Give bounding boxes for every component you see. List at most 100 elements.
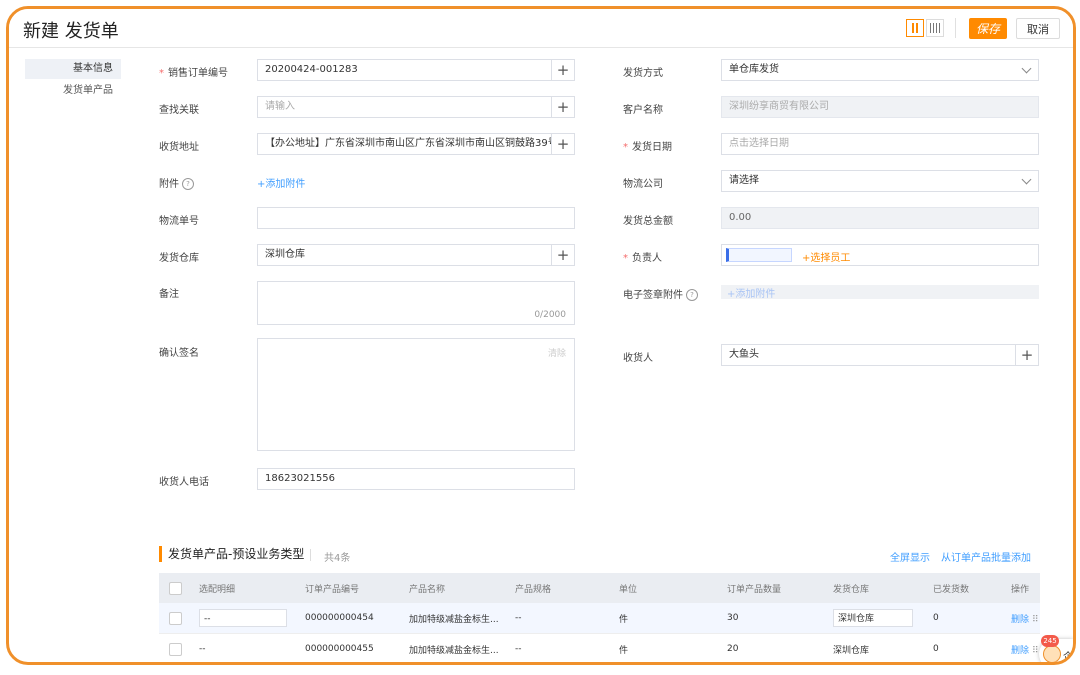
warehouse-label: 发货仓库: [159, 253, 199, 264]
table-header-row: 选配明细 订单产品编号 产品名称 产品规格 单位 订单产品数量 发货仓库 已发货…: [159, 573, 1040, 603]
add-icon[interactable]: +: [551, 60, 574, 80]
select-all-cell[interactable]: [159, 573, 189, 603]
delete-link[interactable]: 删除: [1011, 646, 1029, 656]
row-checkbox[interactable]: [169, 642, 182, 656]
receiver-phone-field[interactable]: 18623021556: [257, 468, 575, 490]
detail-cell[interactable]: --: [189, 603, 295, 634]
ship-address-field[interactable]: 【办公地址】广东省深圳市南山区广东省深圳市南山区铜鼓路39号大 +: [257, 133, 575, 155]
select-all-checkbox[interactable]: [169, 581, 182, 595]
required-mark: *: [623, 142, 628, 153]
customer-name-field: 深圳纷享商贸有限公司: [721, 96, 1039, 118]
char-counter: 0/2000: [534, 310, 566, 320]
receiver-field[interactable]: 大鱼头 +: [721, 344, 1039, 366]
remark-label: 备注: [159, 289, 179, 300]
receiver-label: 收货人: [623, 353, 653, 364]
tracking-no-field[interactable]: [257, 207, 575, 229]
logistics-company-label: 物流公司: [623, 179, 663, 190]
row-checkbox[interactable]: [169, 611, 182, 625]
notification-count-badge: 245: [1041, 635, 1059, 647]
two-column-icon: [912, 23, 918, 33]
confirm-sign-label: 确认签名: [159, 348, 199, 359]
products-section-title: 发货单产品-预设业务类型: [159, 546, 304, 562]
code-cell: 000000000454: [295, 603, 399, 634]
row-select-cell[interactable]: [159, 603, 189, 634]
detail-input[interactable]: --: [199, 609, 287, 627]
ship-date-picker[interactable]: 点击选择日期: [721, 133, 1039, 155]
remark-textarea[interactable]: 0/2000: [257, 281, 575, 325]
column-header: 发货仓库: [823, 573, 923, 603]
esign-attachment-area: +添加附件: [721, 285, 1039, 300]
sales-order-no-label: * 销售订单编号: [159, 68, 228, 79]
select-employee-link[interactable]: +选择员工: [802, 249, 850, 264]
spec-cell: --: [505, 603, 609, 634]
add-attachment-link[interactable]: +添加附件: [257, 175, 305, 190]
ship-method-select[interactable]: 单仓库发货: [721, 59, 1039, 81]
qty-cell: 30: [717, 603, 823, 634]
drag-handle-icon[interactable]: ⠿: [1032, 615, 1039, 625]
sales-order-no-field[interactable]: 20200424-001283 +: [257, 59, 575, 81]
owner-label: * 负责人: [623, 253, 662, 264]
customer-name-label: 客户名称: [623, 105, 663, 116]
nav-item-basic-info[interactable]: 基本信息: [25, 59, 121, 79]
find-related-field[interactable]: 请输入 +: [257, 96, 575, 118]
chat-label: 企: [1063, 652, 1073, 663]
row-select-cell[interactable]: [159, 633, 189, 662]
column-header: 产品规格: [505, 573, 609, 603]
column-header: 操作: [1001, 573, 1040, 603]
spec-cell: --: [505, 633, 609, 662]
chevron-down-icon: [1021, 174, 1032, 185]
warehouse-field[interactable]: 深圳仓库 +: [257, 244, 575, 266]
clear-signature-link[interactable]: 清除: [548, 346, 566, 359]
ship-method-label: 发货方式: [623, 68, 663, 79]
qty-cell: 20: [717, 633, 823, 662]
add-icon[interactable]: +: [551, 97, 574, 117]
batch-add-link[interactable]: 从订单产品批量添加: [941, 549, 1031, 564]
required-mark: *: [159, 68, 164, 79]
add-icon[interactable]: +: [551, 134, 574, 154]
chevron-down-icon: [1021, 63, 1032, 74]
two-column-view-button[interactable]: [906, 19, 924, 37]
add-icon[interactable]: +: [551, 245, 574, 265]
unit-cell: 件: [609, 603, 717, 634]
table-row: -- 000000000454 加加特级减盐金标生... -- 件 30 深圳仓…: [159, 603, 1040, 634]
products-count: 共4条: [324, 553, 351, 564]
warehouse-input[interactable]: 深圳仓库: [833, 609, 913, 627]
four-column-view-button[interactable]: [926, 19, 944, 37]
add-esign-attachment-link[interactable]: +添加附件: [727, 285, 775, 300]
help-icon[interactable]: ?: [182, 178, 194, 190]
warehouse-cell: 深圳仓库: [823, 633, 923, 662]
floating-chat-button[interactable]: 245 企: [1039, 635, 1073, 663]
drag-handle-icon[interactable]: ⠿: [1032, 646, 1039, 656]
delete-link[interactable]: 删除: [1011, 615, 1029, 625]
tracking-no-label: 物流单号: [159, 216, 199, 227]
section-nav: 基本信息 发货单产品: [25, 59, 121, 103]
add-icon[interactable]: +: [1015, 345, 1038, 365]
detail-cell: --: [189, 633, 295, 662]
selected-employee-tag[interactable]: [726, 248, 792, 262]
ship-date-label: * 发货日期: [623, 142, 672, 153]
shipped-cell: 0: [923, 603, 1001, 634]
warehouse-cell[interactable]: 深圳仓库: [823, 603, 923, 634]
nav-item-products[interactable]: 发货单产品: [25, 81, 121, 101]
owner-field[interactable]: +选择员工: [721, 244, 1039, 266]
page-title: 新建 发货单: [23, 21, 119, 42]
esign-attachment-label: 电子签章附件?: [623, 286, 698, 301]
name-cell: 加加特级减盐金标生...: [399, 633, 505, 662]
help-icon[interactable]: ?: [686, 289, 698, 301]
top-bar: 新建 发货单 保存 取消: [9, 9, 1073, 48]
signature-pad[interactable]: 清除: [257, 338, 575, 451]
total-amount-label: 发货总金额: [623, 216, 673, 227]
logistics-company-select[interactable]: 请选择: [721, 170, 1039, 192]
column-header: 已发货数: [923, 573, 1001, 603]
attachment-label: 附件?: [159, 175, 194, 190]
chat-icon: [1043, 645, 1061, 662]
title-divider: [310, 549, 311, 561]
unit-cell: 件: [609, 633, 717, 662]
fullscreen-link[interactable]: 全屏显示: [890, 549, 930, 564]
find-related-label: 查找关联: [159, 105, 199, 116]
toolbar-divider: [955, 18, 956, 38]
save-button[interactable]: 保存: [969, 18, 1007, 39]
column-header: 订单产品数量: [717, 573, 823, 603]
four-column-icon: [930, 23, 940, 33]
cancel-button[interactable]: 取消: [1016, 18, 1060, 39]
